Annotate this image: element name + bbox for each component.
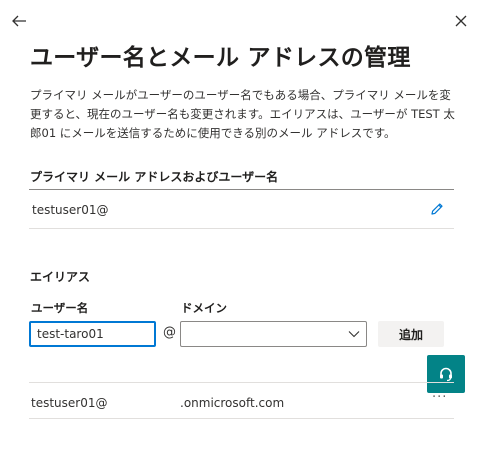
domain-label: ドメイン bbox=[181, 301, 227, 315]
headset-icon bbox=[440, 367, 452, 382]
alias-username-input[interactable] bbox=[29, 321, 156, 347]
alias-row-domain: .onmicrosoft.com bbox=[180, 396, 285, 410]
alias-list-bottom-divider bbox=[29, 418, 454, 419]
back-button[interactable] bbox=[8, 10, 30, 32]
alias-section-label: エイリアス bbox=[30, 270, 91, 284]
alias-row-local-part: testuser01@ bbox=[31, 396, 108, 410]
close-button[interactable] bbox=[450, 10, 472, 32]
primary-section-label: プライマリ メール アドレスおよびユーザー名 bbox=[30, 170, 279, 184]
chevron-down-icon bbox=[348, 331, 360, 338]
arrow-left-icon bbox=[12, 15, 26, 27]
add-alias-button[interactable]: 追加 bbox=[378, 321, 444, 347]
help-fab-button[interactable] bbox=[427, 355, 465, 393]
primary-email-value: testuser01@ bbox=[32, 203, 109, 217]
primary-row-divider bbox=[29, 228, 454, 229]
edit-primary-button[interactable] bbox=[427, 199, 447, 219]
at-sign: @ bbox=[163, 325, 176, 340]
alias-list-top-divider bbox=[29, 382, 454, 383]
pencil-icon bbox=[431, 203, 443, 215]
page-title: ユーザー名とメール アドレスの管理 bbox=[30, 45, 411, 71]
username-label: ユーザー名 bbox=[31, 301, 89, 315]
alias-row-more-button[interactable]: ··· bbox=[432, 390, 447, 405]
page-description: プライマリ メールがユーザーのユーザー名でもある場合、プライマリ メールを変更す… bbox=[30, 88, 455, 140]
close-icon bbox=[455, 15, 467, 27]
primary-section-divider bbox=[29, 189, 454, 190]
domain-dropdown[interactable] bbox=[180, 321, 367, 347]
